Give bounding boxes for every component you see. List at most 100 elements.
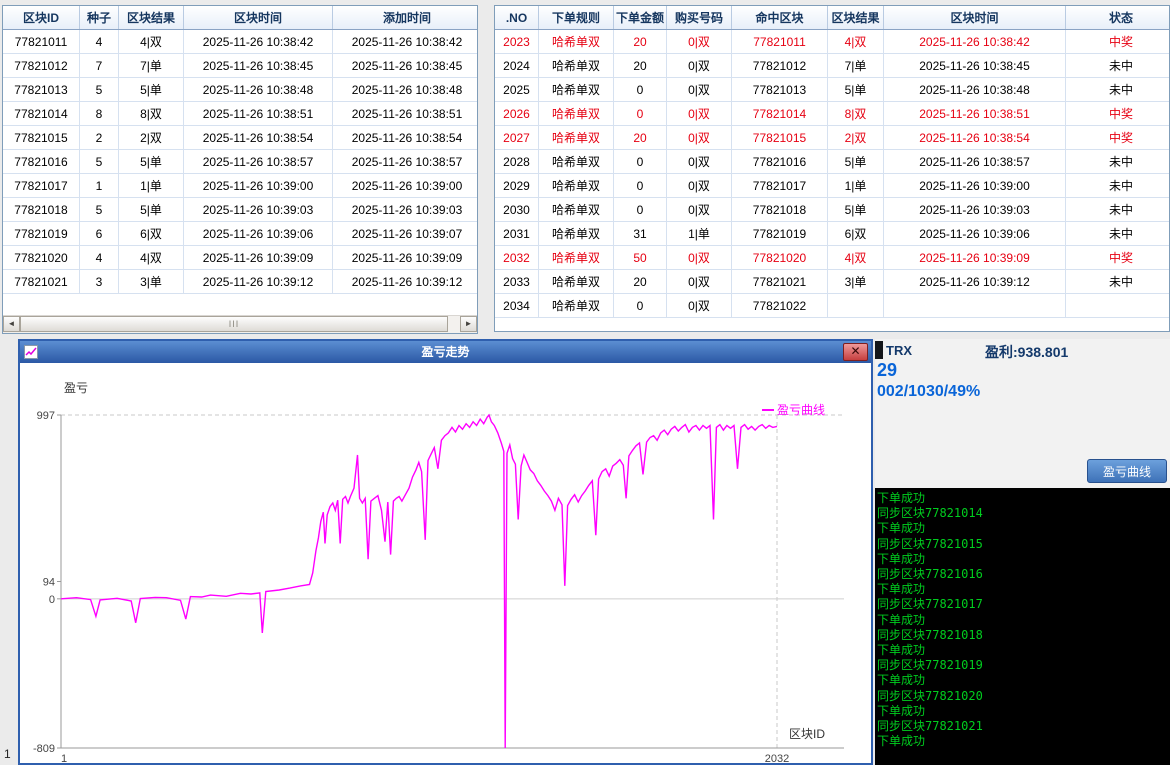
log-line: 下单成功	[877, 704, 1170, 719]
column-header[interactable]: 命中区块	[732, 6, 828, 30]
cell: 20	[614, 30, 667, 54]
table-row[interactable]: 7782101855|单2025-11-26 10:39:032025-11-2…	[3, 198, 478, 222]
column-header[interactable]: 下单金额	[614, 6, 667, 30]
table-row[interactable]: 7782101144|双2025-11-26 10:38:422025-11-2…	[3, 30, 478, 54]
table-row[interactable]: 7782101488|双2025-11-26 10:38:512025-11-2…	[3, 102, 478, 126]
trx-icon	[875, 341, 883, 359]
cell: 2025-11-26 10:38:54	[333, 126, 479, 150]
cell: 2025-11-26 10:38:51	[184, 102, 333, 126]
cell: 1|单	[667, 222, 732, 246]
profit-value: 盈利:938.801	[985, 342, 1068, 362]
cell: 哈希单双	[539, 102, 614, 126]
cell: 0	[614, 150, 667, 174]
cell: 77821020	[3, 246, 80, 270]
cell: 4|双	[828, 30, 884, 54]
table-row[interactable]: 2025哈希单双00|双778210135|单2025-11-26 10:38:…	[495, 78, 1170, 102]
cell: 2025-11-26 10:38:45	[184, 54, 333, 78]
cell: 2025-11-26 10:39:12	[333, 270, 479, 294]
column-header[interactable]: 种子	[80, 6, 119, 30]
y-tick-label: -809	[33, 743, 55, 755]
table-row[interactable]: 7782101711|单2025-11-26 10:39:002025-11-2…	[3, 174, 478, 198]
trx-label: TRX	[886, 343, 912, 358]
cell: 77821017	[3, 174, 80, 198]
scroll-left-button[interactable]: ◄	[3, 316, 20, 332]
profit-curve-button[interactable]: 盈亏曲线	[1087, 459, 1167, 483]
cell: 6|双	[828, 222, 884, 246]
log-line: 下单成功	[877, 643, 1170, 658]
column-header[interactable]: 区块ID	[3, 6, 80, 30]
x-tick-label: 2032	[765, 753, 789, 765]
cell: 2025-11-26 10:39:06	[884, 222, 1066, 246]
log-console[interactable]: 下单成功同步区块77821014下单成功同步区块77821015下单成功同步区块…	[875, 488, 1170, 765]
window-titlebar[interactable]: 盈亏走势 ✕	[20, 341, 871, 363]
table-row[interactable]: 7782101355|单2025-11-26 10:38:482025-11-2…	[3, 78, 478, 102]
scrollbar-thumb[interactable]: III	[20, 316, 448, 332]
cell: 2025-11-26 10:38:57	[333, 150, 479, 174]
table-row[interactable]: 7782101966|双2025-11-26 10:39:062025-11-2…	[3, 222, 478, 246]
log-line: 下单成功	[877, 552, 1170, 567]
cell: 3|单	[119, 270, 184, 294]
table-row[interactable]: 2028哈希单双00|双778210165|单2025-11-26 10:38:…	[495, 150, 1170, 174]
cell: 4	[80, 30, 119, 54]
cell: 0|双	[667, 246, 732, 270]
column-header[interactable]: 区块时间	[884, 6, 1066, 30]
table-row[interactable]: 2024哈希单双200|双778210127|单2025-11-26 10:38…	[495, 54, 1170, 78]
y-tick-label: 0	[49, 594, 55, 606]
column-header[interactable]: 状态	[1066, 6, 1170, 30]
table-row[interactable]: 2031哈希单双311|单778210196|双2025-11-26 10:39…	[495, 222, 1170, 246]
cell: 5|单	[828, 150, 884, 174]
table-row[interactable]: 7782102133|单2025-11-26 10:39:122025-11-2…	[3, 270, 478, 294]
cell: 2033	[495, 270, 539, 294]
cell: 7|单	[119, 54, 184, 78]
cell: 77821016	[732, 150, 828, 174]
scroll-right-button[interactable]: ►	[460, 316, 477, 332]
table-row[interactable]: 2026哈希单双00|双778210148|双2025-11-26 10:38:…	[495, 102, 1170, 126]
cell: 0|双	[667, 54, 732, 78]
cell: 哈希单双	[539, 294, 614, 318]
table-row[interactable]: 7782101522|双2025-11-26 10:38:542025-11-2…	[3, 126, 478, 150]
table-row[interactable]: 2032哈希单双500|双778210204|双2025-11-26 10:39…	[495, 246, 1170, 270]
cell: 2025	[495, 78, 539, 102]
column-header[interactable]: 区块时间	[184, 6, 333, 30]
close-button[interactable]: ✕	[843, 343, 868, 361]
table-row[interactable]: 2029哈希单双00|双778210171|单2025-11-26 10:39:…	[495, 174, 1170, 198]
app-window: 区块ID种子区块结果区块时间添加时间 7782101144|双2025-11-2…	[0, 0, 1170, 765]
cell: 中奖	[1066, 30, 1170, 54]
cell: 2|双	[119, 126, 184, 150]
column-header[interactable]: 下单规则	[539, 6, 614, 30]
cell: 哈希单双	[539, 246, 614, 270]
table-row[interactable]: 7782102044|双2025-11-26 10:39:092025-11-2…	[3, 246, 478, 270]
cell: 31	[614, 222, 667, 246]
column-header[interactable]: 区块结果	[828, 6, 884, 30]
table-row[interactable]: 2033哈希单双200|双778210213|单2025-11-26 10:39…	[495, 270, 1170, 294]
table-row[interactable]: 7782101277|单2025-11-26 10:38:452025-11-2…	[3, 54, 478, 78]
cell: 5	[80, 198, 119, 222]
column-header[interactable]: .NO	[495, 6, 539, 30]
cell: 77821021	[3, 270, 80, 294]
cell: 77821019	[3, 222, 80, 246]
cell: 77821015	[732, 126, 828, 150]
table-row[interactable]: 2027哈希单双200|双778210152|双2025-11-26 10:38…	[495, 126, 1170, 150]
cell	[884, 294, 1066, 318]
cell: 2023	[495, 30, 539, 54]
cell: 2025-11-26 10:39:09	[884, 246, 1066, 270]
column-header[interactable]: 添加时间	[333, 6, 479, 30]
cell: 2026	[495, 102, 539, 126]
cell: 2025-11-26 10:38:51	[333, 102, 479, 126]
cell: 2025-11-26 10:38:48	[184, 78, 333, 102]
horizontal-scrollbar[interactable]: ◄ III ►	[3, 315, 477, 333]
log-line: 同步区块77821017	[877, 597, 1170, 612]
cell: 8|双	[828, 102, 884, 126]
table-row[interactable]: 2034哈希单双00|双77821022	[495, 294, 1170, 318]
cell: 2025-11-26 10:38:42	[884, 30, 1066, 54]
table-row[interactable]: 2030哈希单双00|双778210185|单2025-11-26 10:39:…	[495, 198, 1170, 222]
cell: 20	[614, 270, 667, 294]
cell: 4	[80, 246, 119, 270]
profit-trend-window: 盈亏走势 ✕ 997940-80912032盈亏区块ID盈亏曲线	[18, 339, 873, 765]
cell: 2034	[495, 294, 539, 318]
table-row[interactable]: 2023哈希单双200|双778210114|双2025-11-26 10:38…	[495, 30, 1170, 54]
column-header[interactable]: 购买号码	[667, 6, 732, 30]
column-header[interactable]: 区块结果	[119, 6, 184, 30]
cell: 77821012	[732, 54, 828, 78]
table-row[interactable]: 7782101655|单2025-11-26 10:38:572025-11-2…	[3, 150, 478, 174]
